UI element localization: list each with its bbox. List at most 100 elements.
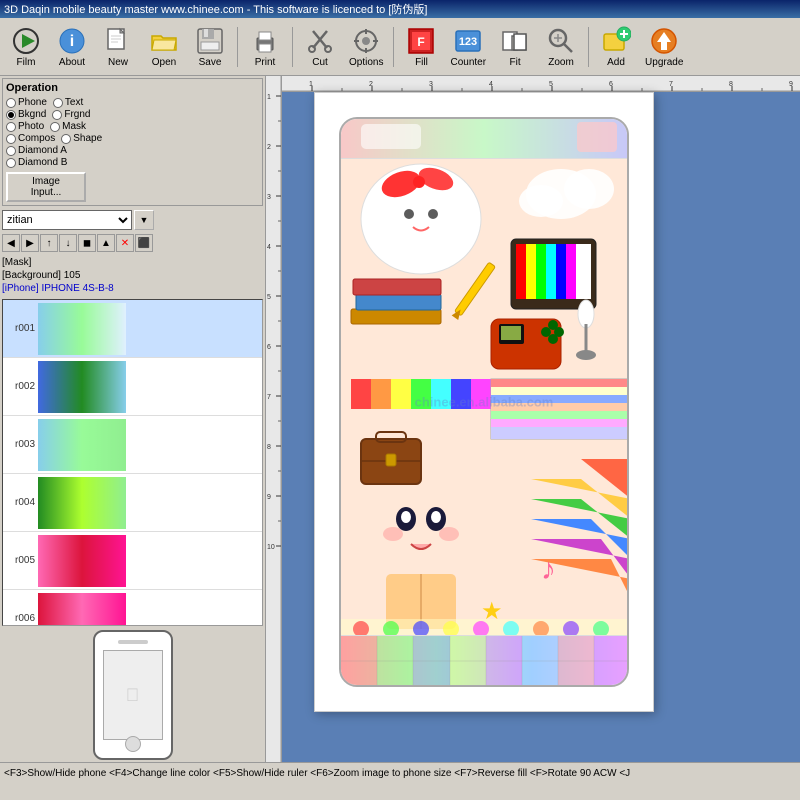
film-label: Film <box>17 57 36 68</box>
upgrade-icon <box>648 25 680 57</box>
cut-label: Cut <box>312 57 328 68</box>
thumb-toolbar: ◀ ▶ ↑ ↓ ◼ ▲ ✕ ⬛ <box>2 233 263 253</box>
radio-diamond-a-label: Diamond A <box>18 145 67 156</box>
svg-text:2: 2 <box>369 81 373 88</box>
upgrade-label: Upgrade <box>645 57 683 68</box>
svg-text:4: 4 <box>267 244 271 251</box>
radio-compos[interactable]: Compos <box>6 133 55 144</box>
toolbar-options[interactable]: Options <box>344 21 388 73</box>
toolbar-cut[interactable]: Cut <box>298 21 342 73</box>
toolbar-zoom[interactable]: Zoom <box>539 21 583 73</box>
thumb-btn-stop[interactable]: ◼ <box>78 234 96 252</box>
thumb-item-r002[interactable]: r002 <box>3 358 262 416</box>
thumb-btn-prev[interactable]: ◀ <box>2 234 20 252</box>
svg-text:1: 1 <box>267 94 271 101</box>
new-icon <box>102 25 134 57</box>
phone-speaker <box>118 640 148 644</box>
top-strip <box>341 119 627 159</box>
phone-screen:  <box>103 650 163 740</box>
radio-text[interactable]: Text <box>53 97 83 108</box>
svg-text:6: 6 <box>267 344 271 351</box>
thumb-btn-fill[interactable]: ⬛ <box>135 234 153 252</box>
phone-skin-area: ♪ ★ <box>339 117 629 687</box>
toolbar-save[interactable]: Save <box>188 21 232 73</box>
toolbar-counter[interactable]: 123 Counter <box>445 21 491 73</box>
new-label: New <box>108 57 128 68</box>
radio-diamond-a[interactable]: Diamond A <box>6 145 67 156</box>
phone-home-button <box>125 736 141 752</box>
radio-phone[interactable]: Phone <box>6 97 47 108</box>
fill-icon: F <box>405 25 437 57</box>
theme-dropdown-btn[interactable]: ▼ <box>134 210 154 230</box>
thumb-btn-top[interactable]: ▲ <box>97 234 115 252</box>
thumb-item-r006[interactable]: r006 <box>3 590 262 626</box>
toolbar-open[interactable]: Open <box>142 21 186 73</box>
svg-text:3: 3 <box>429 81 433 88</box>
save-icon <box>194 25 226 57</box>
thumb-btn-next[interactable]: ▶ <box>21 234 39 252</box>
image-input-button[interactable]: Image Input... <box>6 172 86 202</box>
toolbar: Film i About New <box>0 18 800 76</box>
main-area: Operation Phone Text Bkgnd Frgnd <box>0 76 800 762</box>
toolbar-fill[interactable]: F Fill <box>399 21 443 73</box>
thumb-img-r001 <box>38 303 126 355</box>
theme-select[interactable]: zitian <box>2 210 132 230</box>
canvas-area: 1 2 3 4 5 6 7 8 9 10 <box>266 76 800 762</box>
save-label: Save <box>199 57 222 68</box>
toolbar-upgrade[interactable]: Upgrade <box>640 21 688 73</box>
toolbar-sep-1 <box>237 27 238 67</box>
radio-shape[interactable]: Shape <box>61 133 102 144</box>
film-icon <box>10 25 42 57</box>
add-label: Add <box>607 57 625 68</box>
thumb-item-r001[interactable]: r001 <box>3 300 262 358</box>
operation-title: Operation <box>6 82 259 94</box>
thumb-btn-up[interactable]: ↑ <box>40 234 58 252</box>
theme-dropdown: zitian ▼ <box>2 210 263 230</box>
about-icon: i <box>56 25 88 57</box>
thumb-item-r005[interactable]: r005 <box>3 532 262 590</box>
svg-text:9: 9 <box>789 81 793 88</box>
radio-circle-compos <box>6 134 16 144</box>
radio-photo[interactable]: Photo <box>6 121 44 132</box>
thumb-img-r003 <box>38 419 126 471</box>
toolbar-film[interactable]: Film <box>4 21 48 73</box>
toolbar-new[interactable]: New <box>96 21 140 73</box>
vertical-ruler: 1 2 3 4 5 6 7 8 9 10 <box>266 76 282 762</box>
mask-label: [Mask] <box>2 256 263 269</box>
svg-text:♪: ♪ <box>541 553 556 586</box>
toolbar-print[interactable]: Print <box>243 21 287 73</box>
phone-outline:  <box>93 630 173 760</box>
print-label: Print <box>255 57 276 68</box>
open-icon <box>148 25 180 57</box>
cut-icon <box>304 25 336 57</box>
radio-mask[interactable]: Mask <box>50 121 86 132</box>
toolbar-add[interactable]: Add <box>594 21 638 73</box>
toolbar-fit[interactable]: Fit <box>493 21 537 73</box>
thumb-btn-down[interactable]: ↓ <box>59 234 77 252</box>
fit-icon <box>499 25 531 57</box>
thumb-img-r002 <box>38 361 126 413</box>
thumb-label-r001: r001 <box>5 323 35 334</box>
svg-text:7: 7 <box>669 81 673 88</box>
radio-bkgnd-label: Bkgnd <box>18 109 46 120</box>
radio-frgnd[interactable]: Frgnd <box>52 109 90 120</box>
svg-text:4: 4 <box>489 81 493 88</box>
svg-text:1: 1 <box>309 81 313 88</box>
thumbnail-list[interactable]: r001 r002 r003 r004 r005 r006 <box>2 299 263 626</box>
radio-bkgnd[interactable]: Bkgnd <box>6 109 46 120</box>
radio-diamond-b[interactable]: Diamond B <box>6 157 67 168</box>
operation-row-2: Bkgnd Frgnd <box>6 109 259 120</box>
svg-text:F: F <box>418 35 425 49</box>
thumb-item-r003[interactable]: r003 <box>3 416 262 474</box>
radio-frgnd-label: Frgnd <box>64 109 90 120</box>
operation-row-3: Photo Mask <box>6 121 259 132</box>
operation-row-6: Diamond B <box>6 157 259 168</box>
options-icon <box>350 25 382 57</box>
thumb-btn-delete[interactable]: ✕ <box>116 234 134 252</box>
toolbar-about[interactable]: i About <box>50 21 94 73</box>
operation-row-5: Diamond A <box>6 145 259 156</box>
thumb-item-r004[interactable]: r004 <box>3 474 262 532</box>
title-text: 3D Daqin mobile beauty master www.chinee… <box>4 1 427 17</box>
radio-circle-bkgnd <box>6 110 16 120</box>
thumb-label-r004: r004 <box>5 497 35 508</box>
